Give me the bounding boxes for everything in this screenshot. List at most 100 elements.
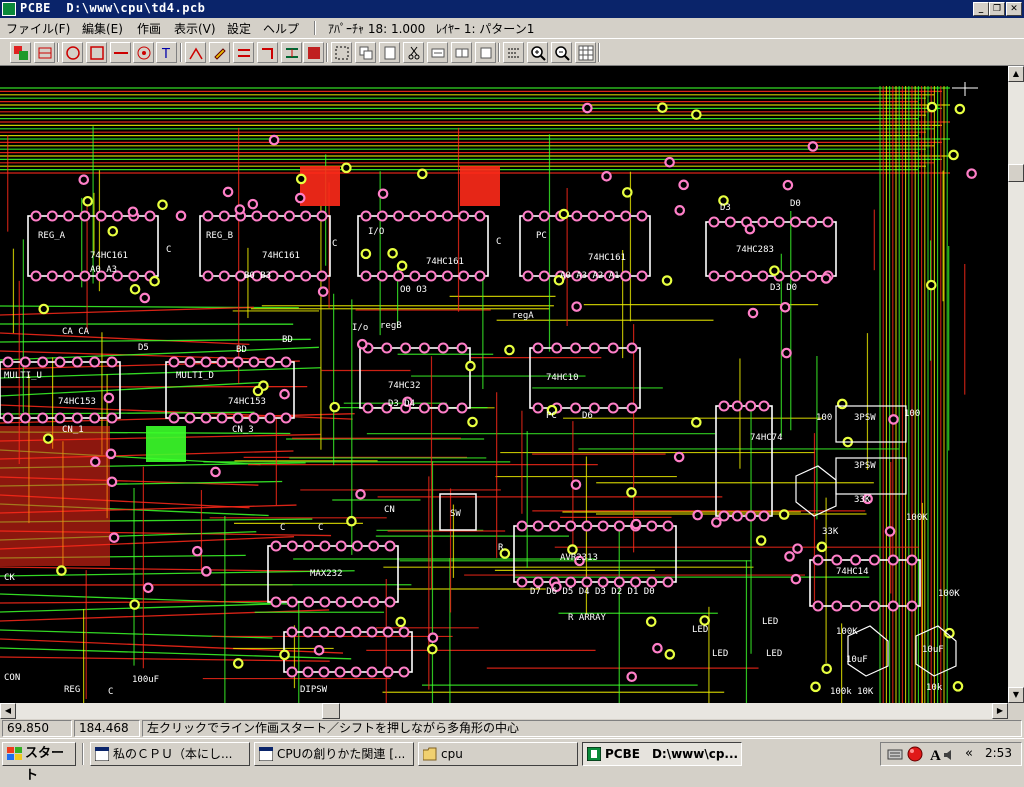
pad — [368, 628, 377, 637]
angle-tool-button[interactable] — [185, 42, 206, 63]
via — [57, 566, 65, 574]
menu-help[interactable]: ヘルプ — [263, 20, 299, 37]
measure-tool-button[interactable] — [503, 42, 524, 63]
pad — [288, 598, 297, 607]
task-button-my-cpu[interactable]: 私のＣＰＵ（本にし... — [90, 742, 250, 766]
pad — [352, 668, 361, 677]
square-pad-tool-button[interactable] — [86, 42, 107, 63]
tray-expand-chevron[interactable]: « — [965, 746, 973, 761]
menu-draw[interactable]: 作画 — [137, 20, 161, 37]
circle-pad-tool-button[interactable] — [62, 42, 83, 63]
pad — [337, 542, 346, 551]
via — [397, 618, 405, 626]
via — [91, 458, 99, 466]
close-button[interactable]: ✕ — [1006, 2, 1022, 16]
via — [658, 104, 666, 112]
via — [956, 105, 964, 113]
component-label: B0 B3 — [244, 271, 271, 281]
component-label: C — [280, 523, 285, 533]
line-tool-button[interactable] — [110, 42, 131, 63]
pad — [386, 598, 395, 607]
pad — [476, 272, 485, 281]
zoom-in-tool-button[interactable] — [527, 42, 548, 63]
fill-tool-button[interactable] — [303, 42, 324, 63]
layer-indicator[interactable]: ﾚｲﾔｰ 1: パターン1 — [436, 20, 534, 37]
turn-tool-button[interactable] — [257, 42, 278, 63]
via — [280, 390, 288, 398]
windows-logo-icon — [7, 747, 22, 761]
restore-button[interactable]: ❐ — [989, 2, 1005, 16]
menu-view[interactable]: 表示(V) — [174, 20, 216, 37]
keyboard-icon[interactable] — [887, 747, 903, 761]
task-button-cpu-book[interactable]: CPUの創りかた関連 [... — [254, 742, 414, 766]
network-ball-icon[interactable] — [907, 746, 923, 762]
via — [784, 181, 792, 189]
bus-tool-button[interactable] — [233, 42, 254, 63]
minimize-button[interactable]: _ — [973, 2, 989, 16]
via — [249, 200, 257, 208]
component-label: MULTI_U — [4, 371, 42, 381]
task-button-cpu-folder[interactable]: cpu — [418, 742, 578, 766]
component-label: SW — [450, 509, 461, 519]
paint-tool-button[interactable] — [209, 42, 230, 63]
copy-tool-button[interactable] — [355, 42, 376, 63]
scroll-left-button[interactable]: ◀ — [0, 703, 16, 719]
select-tool-button[interactable] — [331, 42, 352, 63]
paste-tool-button[interactable] — [379, 42, 400, 63]
via — [560, 210, 568, 218]
pad — [589, 212, 598, 221]
turn-icon — [260, 45, 276, 61]
vertical-scroll-thumb[interactable] — [1008, 164, 1024, 182]
parallel-tool-button[interactable] — [281, 42, 302, 63]
mirror-tool-button[interactable] — [451, 42, 472, 63]
trace — [0, 639, 343, 653]
pad — [615, 522, 624, 531]
pad — [73, 414, 82, 423]
component-label: 100uF — [132, 675, 159, 685]
menu-file[interactable]: ファイル(F) — [6, 20, 70, 37]
scroll-right-button[interactable]: ▶ — [992, 703, 1008, 719]
volume-icon[interactable] — [943, 749, 955, 761]
via — [653, 644, 661, 652]
target-tool-button[interactable] — [133, 42, 154, 63]
horizontal-scrollbar[interactable]: ◀ ▶ — [0, 703, 1008, 719]
via — [280, 651, 288, 659]
pad — [353, 598, 362, 607]
pad — [364, 404, 373, 413]
pad — [518, 578, 527, 587]
horizontal-scroll-thumb[interactable] — [322, 703, 340, 719]
vertical-scrollbar[interactable]: ▲ ▼ — [1008, 66, 1024, 703]
via — [105, 394, 113, 402]
component-label: CK — [4, 573, 15, 583]
pad — [220, 212, 229, 221]
layer-color-tool-button[interactable] — [10, 42, 31, 63]
scroll-down-button[interactable]: ▼ — [1008, 687, 1024, 703]
aperture-indicator[interactable]: ｱﾊﾟｰﾁｬ 18: 1.000 — [328, 20, 425, 37]
component-label: regB — [380, 321, 402, 331]
text-tool-button[interactable]: T — [156, 42, 177, 63]
via — [109, 227, 117, 235]
move-tool-button[interactable] — [427, 42, 448, 63]
task-button-pcbe[interactable]: PCBE D:\www\cp... — [582, 742, 742, 766]
ime-a-icon[interactable]: A — [927, 745, 943, 763]
square-pad-icon — [89, 45, 105, 61]
mirror-icon — [454, 45, 470, 61]
rotate-tool-button[interactable] — [475, 42, 496, 63]
cut-tool-button[interactable] — [403, 42, 424, 63]
menu-edit[interactable]: 編集(E) — [82, 20, 123, 37]
zoom-out-tool-button[interactable] — [551, 42, 572, 63]
pad — [4, 414, 13, 423]
pad — [318, 212, 327, 221]
via — [782, 349, 790, 357]
scroll-up-button[interactable]: ▲ — [1008, 66, 1024, 82]
pcb-canvas[interactable]: REG_A74HC161A0 A3CREG_B74HC161B0 B3CI/O7… — [0, 66, 1008, 703]
grid-tool-button[interactable] — [575, 42, 596, 63]
pad — [427, 272, 436, 281]
browser-icon — [259, 747, 273, 761]
menu-settings[interactable]: 設定 — [227, 20, 251, 37]
layer-select-tool-button[interactable] — [34, 42, 55, 63]
pad — [394, 212, 403, 221]
pad — [108, 358, 117, 367]
start-button[interactable]: スタート — [2, 742, 76, 766]
zoom-in-icon — [530, 45, 546, 61]
